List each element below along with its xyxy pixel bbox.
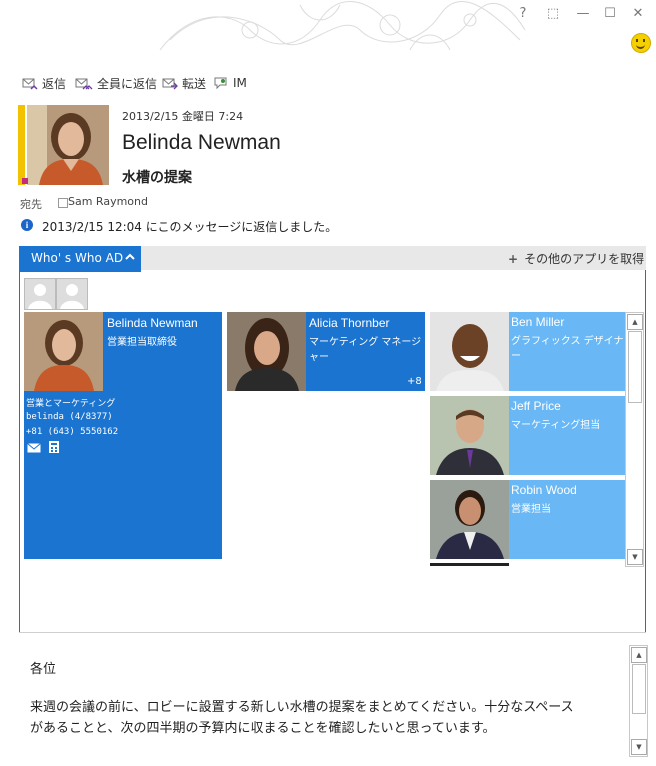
- im-label: IM: [233, 76, 247, 90]
- recipient-presence-icon: [58, 198, 68, 208]
- forward-icon: [162, 78, 178, 90]
- scroll-down-icon[interactable]: ▼: [631, 739, 647, 755]
- contact-name: Belinda Newman: [107, 316, 198, 330]
- reply-all-button[interactable]: 全員に返信: [75, 75, 157, 91]
- primary-photo: [24, 312, 103, 391]
- more-count-badge[interactable]: +8: [407, 376, 422, 387]
- message-subject: 水槽の提案: [122, 170, 192, 186]
- contact-alias: belinda (4/8377): [26, 412, 113, 422]
- manager-contact-card[interactable]: Alicia Thornber マーケティング マネージャー +8: [227, 312, 425, 391]
- reply-icon: [22, 78, 38, 90]
- forward-button[interactable]: 転送: [162, 75, 206, 91]
- minimize-button[interactable]: —: [573, 6, 593, 21]
- maximize-button[interactable]: ☐: [600, 6, 620, 21]
- scroll-thumb[interactable]: [628, 331, 642, 403]
- plus-icon: +: [508, 252, 519, 266]
- info-icon: i: [21, 219, 33, 231]
- im-icon: [214, 77, 227, 90]
- forward-label: 転送: [182, 76, 207, 91]
- placeholder-person-icon[interactable]: [24, 278, 56, 310]
- reply-button[interactable]: 返信: [22, 75, 66, 91]
- report-photo: [430, 312, 509, 391]
- help-button[interactable]: ?: [513, 6, 533, 21]
- contact-name: Robin Wood: [511, 483, 577, 497]
- report-photo: [430, 480, 509, 559]
- body-scrollbar[interactable]: ▲ ▼: [629, 645, 648, 757]
- scroll-down-icon[interactable]: ▼: [627, 549, 643, 565]
- reply-label: 返信: [42, 76, 67, 91]
- contact-title: マーケティング担当: [511, 420, 601, 431]
- divider: [19, 632, 646, 633]
- get-more-label: その他のアプリを取得: [524, 252, 645, 266]
- report-photo: [430, 396, 509, 475]
- contact-phone: +81 (643) 5550162: [26, 427, 119, 437]
- to-label: 宛先: [20, 198, 42, 211]
- body-paragraph: 来週の会議の前に、ロビーに設置する新しい水槽の提案をまとめてください。十分なスペ…: [30, 697, 590, 739]
- reply-all-icon: [75, 78, 93, 90]
- flag-marker-icon: [22, 178, 28, 184]
- manager-photo: [227, 312, 306, 391]
- report-contact-card[interactable]: Jeff Price マーケティング担当: [430, 396, 625, 475]
- body-line: 来週の会議の前に、ロビーに設置する新しい水槽の提案をまとめてください。十分なスペ…: [30, 700, 574, 715]
- reply-info-text: 2013/2/15 12:04 にこのメッセージに返信しました。: [42, 220, 338, 234]
- sender-name[interactable]: Belinda Newman: [122, 131, 281, 155]
- flag-color-bar: [18, 105, 25, 185]
- sender-photo: [27, 105, 109, 185]
- get-more-apps-button[interactable]: + その他のアプリを取得: [508, 250, 644, 267]
- contact-name: Ben Miller: [511, 315, 565, 329]
- title-bar: ? ⬚ — ☐ ✕: [0, 0, 656, 60]
- tab-whos-who-ad[interactable]: Who' s Who AD: [19, 246, 141, 272]
- contact-title: 営業担当取締役: [107, 337, 177, 348]
- partial-card-edge: [430, 563, 509, 566]
- smiley-feedback-icon[interactable]: [631, 33, 651, 53]
- report-contact-card[interactable]: Ben Miller グラフィックス デザイナー: [430, 312, 625, 391]
- close-button[interactable]: ✕: [628, 6, 648, 21]
- contact-title: グラフィックス デザイナー: [511, 336, 624, 362]
- title-decoration: [159, 1, 526, 51]
- report-contact-card[interactable]: Robin Wood 営業担当: [430, 480, 625, 559]
- sender-avatar[interactable]: [27, 105, 109, 185]
- tab-label: Who' s Who AD: [31, 251, 124, 265]
- message-date: 2013/2/15 金曜日 7:24: [122, 110, 244, 123]
- chevron-up-icon[interactable]: [124, 249, 136, 265]
- email-icon[interactable]: [27, 442, 41, 454]
- contact-name: Jeff Price: [511, 399, 561, 413]
- scroll-up-icon[interactable]: ▲: [627, 314, 643, 330]
- contact-name: Alicia Thornber: [309, 316, 390, 330]
- recipient-name[interactable]: Sam Raymond: [68, 195, 148, 208]
- scroll-thumb[interactable]: [632, 664, 646, 714]
- placeholder-person-icon[interactable]: [56, 278, 88, 310]
- primary-contact-card[interactable]: Belinda Newman 営業担当取締役 営業とマーケティング belind…: [24, 312, 222, 559]
- scroll-up-icon[interactable]: ▲: [631, 647, 647, 663]
- reports-scrollbar[interactable]: ▲ ▼: [625, 312, 644, 567]
- body-line: があることと、次の四半期の予算内に収まることを確認したいと思っています。: [30, 721, 496, 736]
- contact-department: 営業とマーケティング: [26, 399, 116, 409]
- body-greeting: 各位: [30, 662, 57, 677]
- restore-ribbon-button[interactable]: ⬚: [543, 6, 563, 21]
- reply-all-label: 全員に返信: [97, 76, 158, 91]
- im-button[interactable]: IM: [213, 75, 247, 91]
- phone-icon[interactable]: [47, 440, 61, 454]
- contact-title: 営業担当: [511, 504, 551, 515]
- contact-title: マーケティング マネージャー: [309, 337, 422, 363]
